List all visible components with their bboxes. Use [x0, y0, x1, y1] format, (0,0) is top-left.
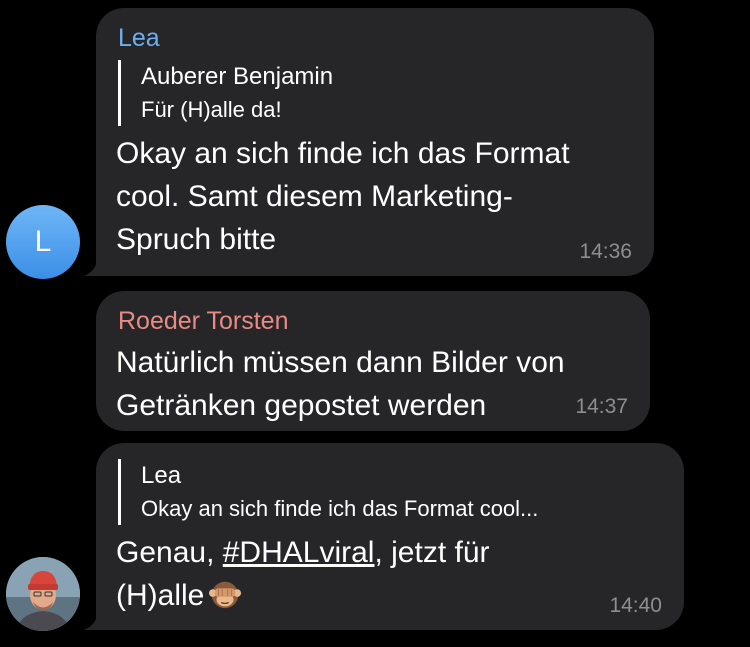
message-timestamp: 14:40 [609, 594, 662, 617]
sender-name[interactable]: Roeder Torsten [118, 305, 628, 337]
message-text: Natürlich müssen dann Bilder von Getränk… [116, 341, 628, 427]
reply-quote[interactable]: Auberer Benjamin Für (H)alle da! [118, 60, 632, 126]
avatar-initial: L [34, 225, 52, 258]
message-line: Getränken gepostet werden [116, 389, 487, 422]
sender-name[interactable]: Lea [118, 22, 632, 54]
reply-text: Für (H)alle da! [141, 97, 282, 122]
avatar[interactable]: L [6, 205, 80, 279]
message-line: (H)alle [116, 574, 662, 617]
message-text: Genau, #DHALviral, jetzt für (H)alle [116, 531, 662, 617]
message-line: Okay an sich finde ich das Format [116, 137, 570, 170]
message-line: Genau, #DHALviral, jetzt für [116, 531, 662, 574]
avatar[interactable] [6, 557, 80, 631]
message-timestamp: 14:37 [575, 395, 628, 418]
text-prefix: Genau, [116, 536, 223, 569]
chat-view: Lea Auberer Benjamin Für (H)alle da! Oka… [0, 0, 750, 647]
reply-author: Auberer Benjamin [141, 63, 334, 90]
message-bubble[interactable]: Lea Auberer Benjamin Für (H)alle da! Oka… [96, 8, 654, 276]
reply-author: Lea [141, 462, 182, 489]
message-timestamp: 14:36 [579, 240, 632, 263]
avatar-photo-icon [6, 557, 80, 631]
reply-quote[interactable]: Lea Okay an sich finde ich das Format co… [118, 459, 662, 525]
message-bubble[interactable]: Lea Okay an sich finde ich das Format co… [96, 443, 684, 630]
message-line: Spruch bitte [116, 223, 277, 256]
message-bubble[interactable]: Roeder Torsten Natürlich müssen dann Bil… [96, 291, 650, 431]
see-no-evil-monkey-icon [209, 581, 242, 609]
text-suffix: , jetzt für [374, 536, 490, 569]
message-text: Okay an sich finde ich das Format cool. … [116, 132, 632, 261]
text-line2: (H)alle [116, 579, 205, 612]
message-line: cool. Samt diesem Marketing- [116, 180, 513, 213]
hashtag-link[interactable]: #DHALviral [223, 536, 375, 569]
message-line: Natürlich müssen dann Bilder von [116, 346, 565, 379]
reply-text: Okay an sich finde ich das Format cool..… [141, 496, 539, 521]
